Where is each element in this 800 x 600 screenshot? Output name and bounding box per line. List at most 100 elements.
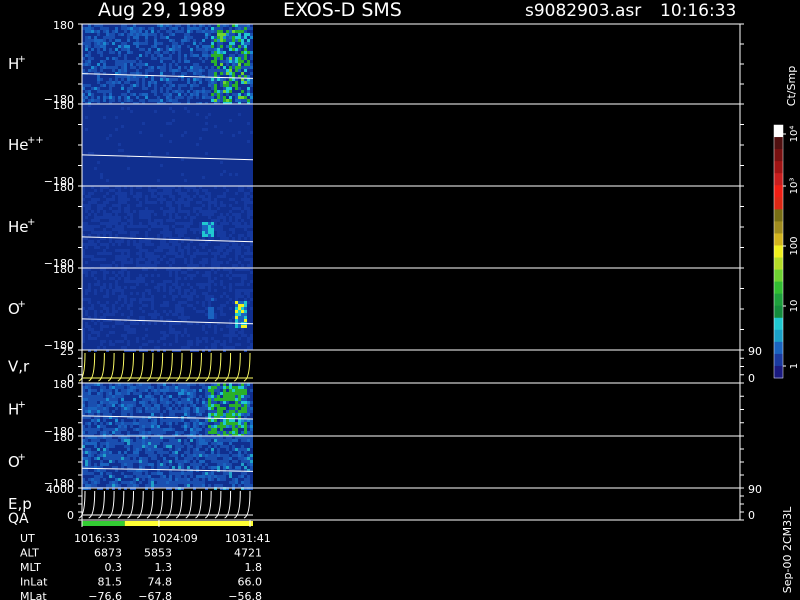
footer-value: 1031:41: [225, 532, 271, 545]
colorbar-tick-label: 1: [789, 363, 800, 369]
panel-label: He: [8, 218, 29, 236]
header-time: 10:16:33: [660, 1, 736, 21]
spectrogram: [82, 383, 253, 437]
panel-label-superscript: +: [18, 452, 26, 463]
spectrogram: [82, 436, 253, 490]
trace-line: [156, 352, 164, 382]
line-traces: [78, 352, 253, 382]
trace-line: [195, 352, 202, 382]
footer-value: 4721: [234, 547, 262, 560]
panel-oplus2: O+180−180: [8, 431, 744, 490]
colorbar-swatch: [774, 329, 783, 343]
colorbar-tick-label: 10: [789, 300, 800, 313]
colorbar-swatch: [774, 245, 783, 259]
colorbar-swatch: [774, 221, 783, 234]
colorbar-swatch: [774, 365, 783, 379]
y-max-label: 180: [53, 263, 74, 276]
footer-table: UT 1016:33 1024:09 1031:41 ALT 6873 5853 4721 ML…: [20, 532, 271, 600]
header-mission: EXOS-D SMS: [283, 0, 402, 21]
footer-row-label: InLat: [20, 576, 48, 589]
colorbar-swatch: [774, 305, 783, 319]
panel-label-superscript: ++: [27, 135, 44, 146]
footer-row-label: UT: [20, 532, 35, 545]
footer-value: 74.8: [148, 576, 173, 589]
trace-line: [214, 352, 222, 382]
colorbar-swatch: [774, 161, 783, 174]
trace-line: [107, 490, 115, 519]
panel-heplusplus: He++180−180: [8, 99, 744, 188]
footer-value: −56.8: [228, 590, 262, 600]
footer-stamp: Sep-00 2CM33L: [781, 506, 794, 593]
footer-value: −76.6: [88, 590, 122, 600]
y-max-label: 25: [60, 345, 74, 358]
trace-line: [224, 352, 232, 382]
trace-line: [98, 490, 105, 519]
qa-label: QA: [8, 511, 29, 527]
trace-line: [204, 490, 212, 519]
colorbar-tick-label: 10⁴: [789, 126, 800, 143]
right-tick-label: 90: [748, 483, 762, 496]
panel-label-superscript: +: [18, 54, 26, 65]
trace-line: [136, 490, 144, 519]
colorbar-swatch: [774, 209, 783, 222]
trace-line: [117, 352, 125, 382]
trace-line: [166, 490, 173, 519]
panel-ep: E,p40000900: [8, 483, 762, 522]
panel-label: He: [8, 136, 29, 154]
qa-segment-yellow: [124, 521, 253, 526]
colorbar-swatch: [774, 257, 783, 271]
trace-line: [243, 352, 251, 382]
trace-line: [107, 352, 115, 382]
footer-value: 1024:09: [152, 532, 198, 545]
y-max-label: 180: [53, 181, 74, 194]
colorbar-swatch: [774, 317, 783, 331]
y-max-label: 180: [53, 378, 74, 391]
trace-line: [117, 490, 125, 519]
trace-line: [204, 352, 212, 382]
spectrogram: [82, 24, 253, 105]
trace-line: [243, 490, 251, 519]
trace-line: [214, 490, 222, 519]
trace-line: [146, 352, 154, 382]
trace-line: [156, 490, 164, 519]
right-tick-label: 90: [748, 345, 762, 358]
trace-line: [195, 490, 202, 519]
footer-row-label: MLT: [20, 561, 41, 574]
panel-label-superscript: +: [18, 299, 26, 310]
footer-row-label: MLat: [20, 590, 47, 600]
qa-segment-green: [82, 521, 125, 526]
header: Aug 29, 1989 EXOS-D SMS s9082903.asr 10:16:…: [98, 0, 736, 21]
y-min-label: 0: [67, 509, 74, 522]
trace-line: [166, 352, 173, 382]
footer-value: 81.5: [98, 576, 123, 589]
footer-value: 1016:33: [74, 532, 120, 545]
trace-line: [234, 490, 241, 519]
header-file: s9082903.asr: [525, 1, 641, 21]
panel-heplus: He+180−180: [8, 181, 744, 270]
trace-line: [146, 490, 154, 519]
trace-line: [185, 490, 193, 519]
colorbar-tick-label: 10³: [789, 178, 800, 195]
colorbar-swatch: [774, 137, 783, 150]
colorbar-label: Ct/Smp: [785, 66, 798, 106]
trace-line: [127, 490, 135, 519]
spectrogram: [82, 268, 253, 352]
exos-d-sms-plot: Aug 29, 1989 EXOS-D SMS s9082903.asr 10:16:…: [8, 0, 800, 600]
panel-label-superscript: +: [27, 217, 35, 228]
colorbar-swatch: [774, 269, 783, 283]
colorbar-swatch: [774, 293, 783, 307]
colorbar-swatch: [774, 125, 783, 138]
trace-line: [136, 352, 144, 382]
spectrogram: [82, 104, 253, 188]
trace-line: [175, 352, 183, 382]
colorbar-swatch: [774, 281, 783, 295]
footer-value: 1.3: [155, 561, 173, 574]
spectrogram: [82, 186, 253, 270]
footer-value: 66.0: [238, 576, 263, 589]
trace-line: [185, 352, 193, 382]
footer-value: −67.8: [138, 590, 172, 600]
colorbar-swatch: [774, 185, 783, 198]
right-tick-label: 0: [748, 372, 755, 385]
colorbar-swatch: [774, 197, 783, 210]
qa-bar: QA: [8, 511, 253, 527]
